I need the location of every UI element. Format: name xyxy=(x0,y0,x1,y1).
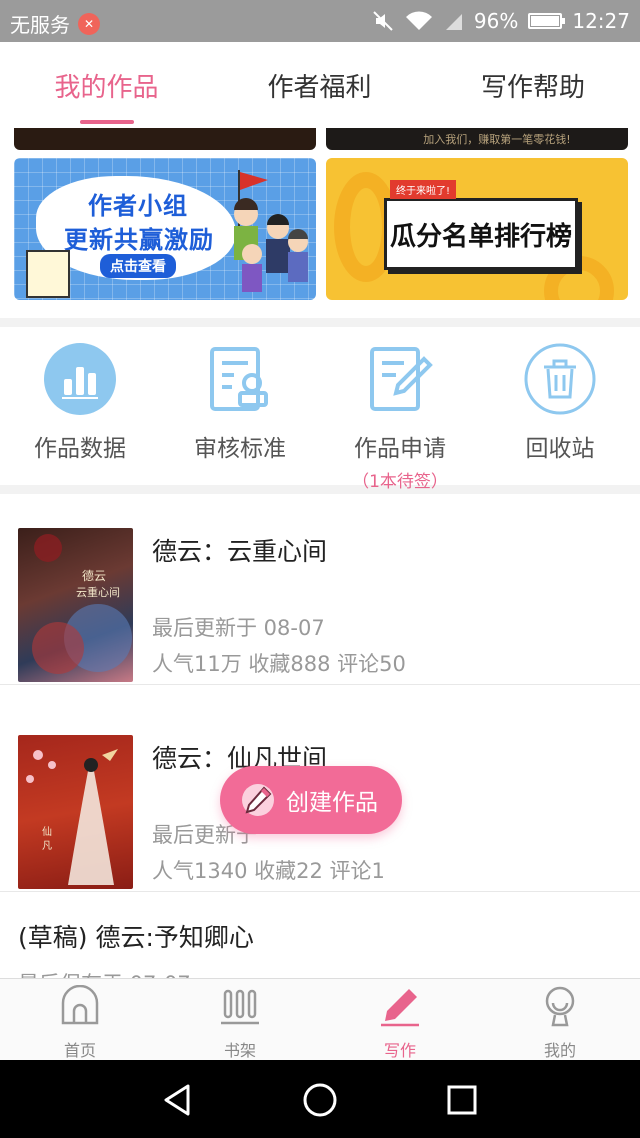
recent-apps-icon[interactable] xyxy=(442,1080,482,1120)
banner-left-subtitle: 更新共赢激励 xyxy=(64,226,214,254)
banner-strip-text: 加入我们，赚取第一笔零花钱! xyxy=(423,133,571,146)
quick-action-review-standard[interactable]: 审核标准 xyxy=(160,343,320,463)
tab-my-works[interactable]: 我的作品 xyxy=(0,42,213,128)
banner-right-title: 瓜分名单排行榜 xyxy=(384,198,578,270)
nav-bookshelf[interactable]: 书架 xyxy=(160,985,320,1061)
banner-author-group[interactable]: 作者小组 更新共赢激励 点击查看 xyxy=(14,158,316,300)
battery-percent: 96% xyxy=(473,9,519,33)
banner-strip-right[interactable]: 加入我们，赚取第一笔零花钱! xyxy=(326,128,628,150)
tab-author-benefits[interactable]: 作者福利 xyxy=(213,42,426,128)
bar-chart-icon xyxy=(44,343,116,415)
banner-left-title: 作者小组 xyxy=(88,192,188,220)
nav-label: 我的 xyxy=(543,1041,576,1060)
nav-label: 书架 xyxy=(223,1041,256,1060)
nav-home[interactable]: 首页 xyxy=(0,984,160,1061)
home-icon xyxy=(61,984,99,1025)
banner-strip-left[interactable] xyxy=(14,128,316,150)
draft-title: (草稿) 德云:予知卿心 xyxy=(18,923,254,952)
bookshelf-icon xyxy=(221,989,259,1025)
work-updated: 最后更新于 08-07 xyxy=(152,616,325,640)
edit-document-icon xyxy=(364,343,436,415)
create-work-label: 创建作品 xyxy=(286,790,378,816)
works-list: 德云云重心间 德云：云重心间 最后更新于 08-07 人气11万 收藏888 评… xyxy=(0,494,640,978)
nav-profile[interactable]: 我的 xyxy=(480,985,640,1061)
banner-carousel: 加入我们，赚取第一笔零花钱! 作者小组 更新共赢激励 点击查看 瓜分名单排行榜 … xyxy=(0,128,640,318)
document-icon xyxy=(26,250,70,298)
clock: 12:27 xyxy=(572,9,630,33)
wifi-icon xyxy=(405,11,432,30)
quick-action-label: 审核标准 xyxy=(194,436,286,462)
quick-action-label: 回收站 xyxy=(525,436,595,462)
back-icon[interactable] xyxy=(158,1080,198,1120)
status-bar: 无服务 ✕ 96% 12:27 xyxy=(0,0,640,42)
pencil-icon xyxy=(242,784,274,816)
mute-icon xyxy=(373,11,393,31)
cover-subtitle: 云重心间 xyxy=(76,585,120,599)
create-work-button[interactable]: 创建作品 xyxy=(220,766,402,834)
tab-indicator xyxy=(80,120,134,124)
work-title: 德云：云重心间 xyxy=(152,537,328,566)
cover-title: 仙 xyxy=(42,825,52,838)
system-nav-bar xyxy=(0,1060,640,1138)
banner-view-button[interactable]: 点击查看 xyxy=(100,254,176,278)
kids-illustration xyxy=(234,170,308,292)
quick-action-label: 作品申请 xyxy=(354,436,446,462)
banner-right-tag: 终于来啦了! xyxy=(390,180,457,199)
pending-sign-count: （1本待签） xyxy=(352,472,448,492)
tab-writing-help[interactable]: 写作帮助 xyxy=(426,42,640,128)
nav-label: 首页 xyxy=(63,1041,96,1060)
book-cover: 德云云重心间 xyxy=(18,528,133,682)
pen-icon xyxy=(381,989,419,1027)
cover-subtitle: 凡 xyxy=(42,840,52,852)
trash-icon xyxy=(524,343,596,415)
quick-action-work-application[interactable]: 作品申请 （1本待签） xyxy=(320,343,480,492)
work-item[interactable]: 德云云重心间 德云：云重心间 最后更新于 08-07 人气11万 收藏888 评… xyxy=(0,494,640,685)
nav-label: 写作 xyxy=(383,1041,416,1060)
cover-title: 德云 xyxy=(82,568,106,583)
nav-write[interactable]: 写作 xyxy=(320,985,480,1061)
quick-actions: 作品数据 审核标准 作品申请 （1本待签） 回收站 xyxy=(0,327,640,492)
home-button-icon[interactable] xyxy=(300,1080,340,1120)
top-tabs: 我的作品 作者福利 写作帮助 xyxy=(0,42,640,129)
carrier-text: 无服务 xyxy=(10,13,70,37)
quick-action-recycle-bin[interactable]: 回收站 xyxy=(480,343,640,463)
banner-ranking[interactable]: 瓜分名单排行榜 终于来啦了! xyxy=(326,158,628,300)
profile-icon xyxy=(545,986,575,1027)
draft-updated: 最后保存于 07-07 xyxy=(18,968,191,978)
battery-icon xyxy=(528,13,566,29)
review-stamp-icon xyxy=(204,343,276,415)
draft-item[interactable]: (草稿) 德云:予知卿心 最后保存于 07-07 xyxy=(0,894,640,978)
signal-icon xyxy=(445,14,462,30)
work-stats: 人气1340 收藏22 评论1 xyxy=(152,859,385,883)
notification-icon: ✕ xyxy=(78,12,100,35)
quick-action-work-data[interactable]: 作品数据 xyxy=(0,343,160,463)
work-stats: 人气11万 收藏888 评论50 xyxy=(152,652,406,676)
quick-action-label: 作品数据 xyxy=(34,436,126,462)
bottom-nav: 首页 书架 写作 我的 xyxy=(0,978,640,1061)
book-cover: 仙凡 xyxy=(18,735,133,889)
